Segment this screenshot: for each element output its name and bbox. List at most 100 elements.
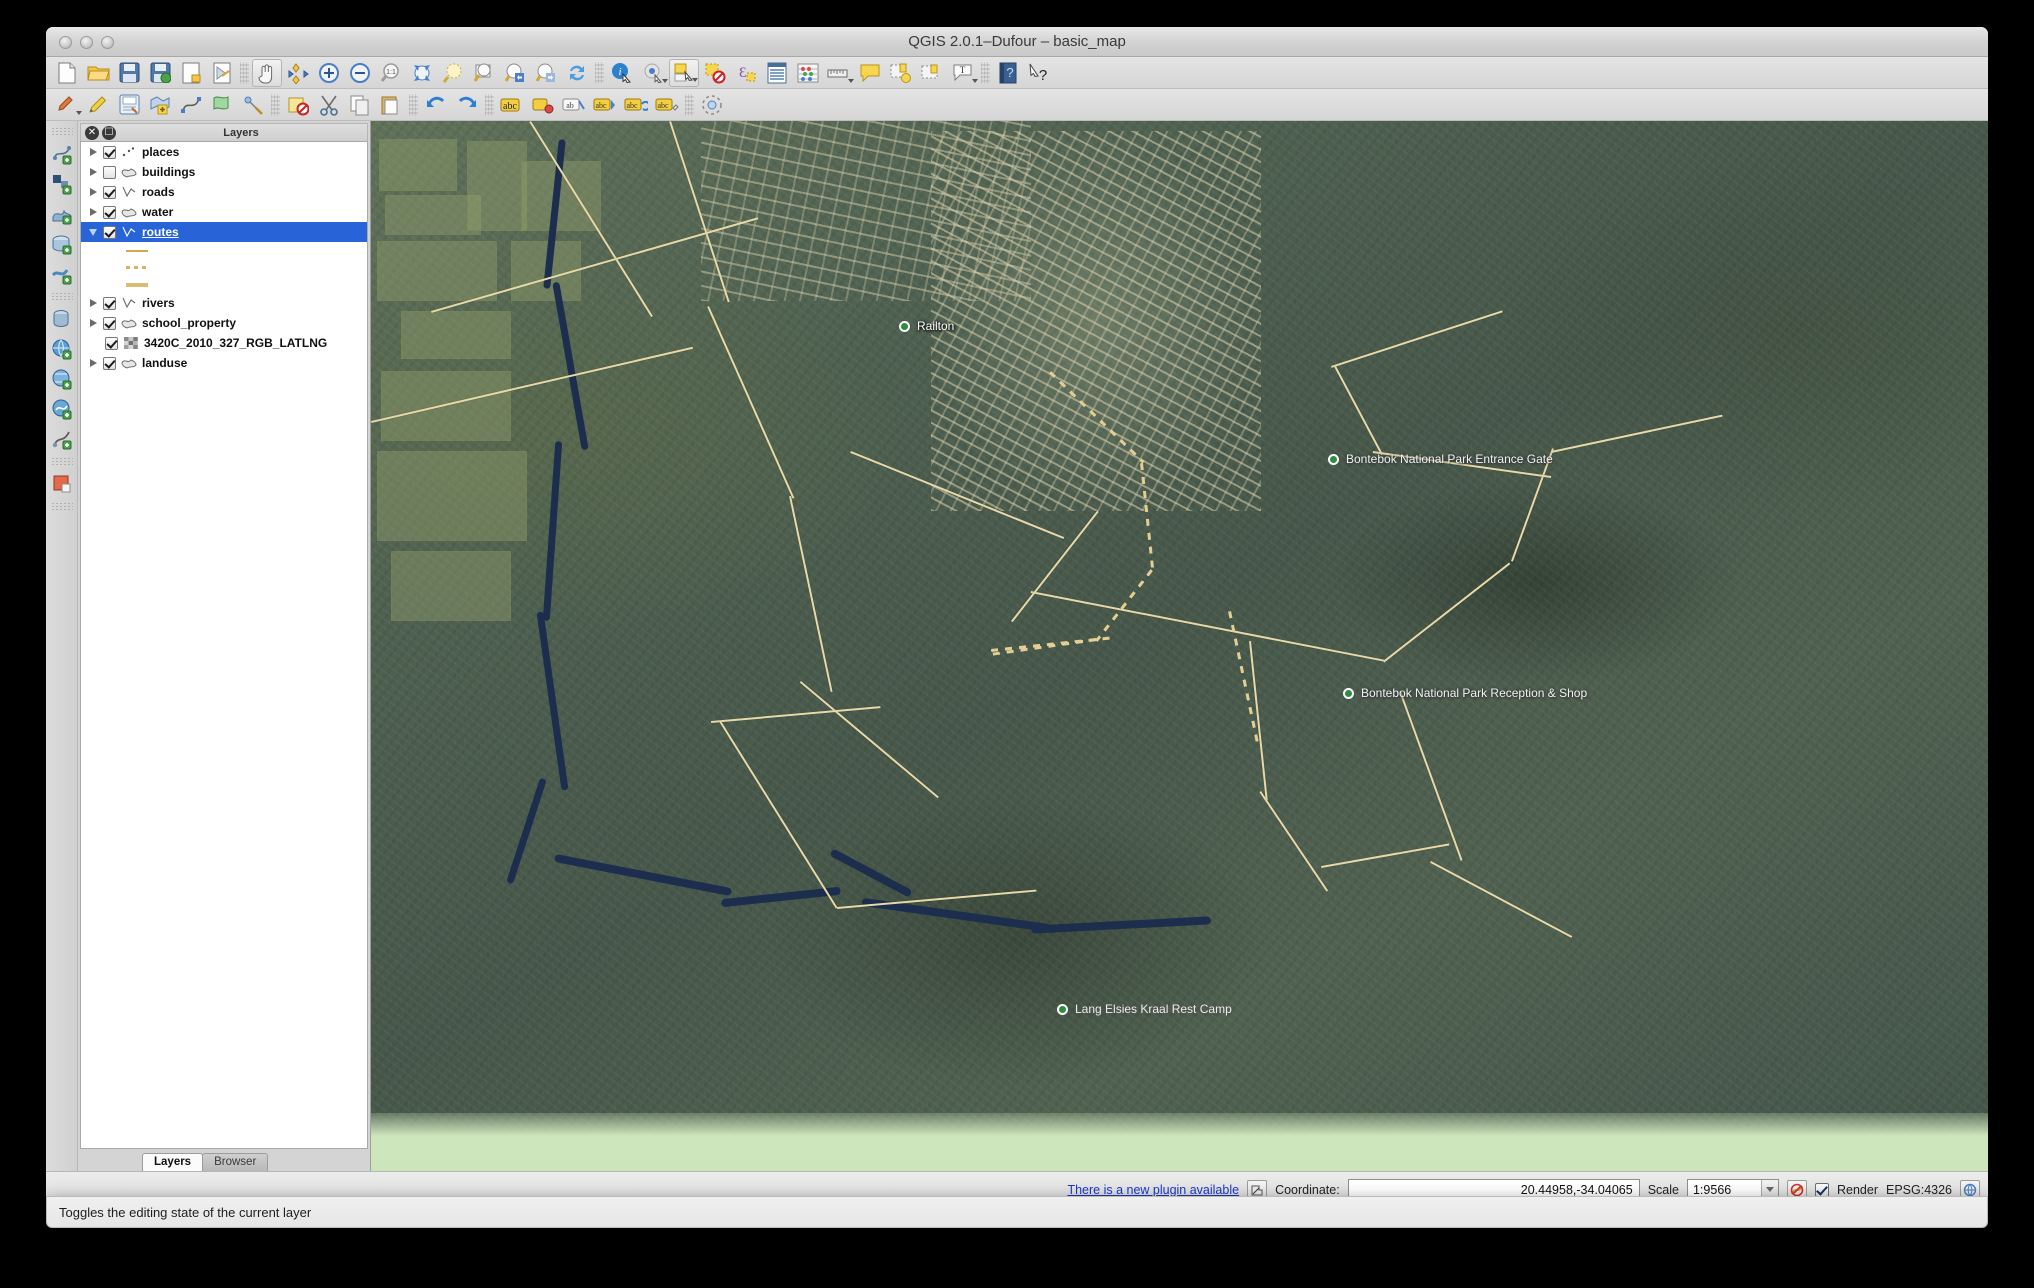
toggle-editing-icon[interactable] xyxy=(83,91,113,119)
layer-visibility-checkbox[interactable] xyxy=(105,337,118,350)
identify-features-icon[interactable]: i xyxy=(607,59,637,87)
measure-line-icon[interactable] xyxy=(824,59,854,87)
layer-row-raster[interactable]: 3420C_2010_327_RGB_LATLNG xyxy=(81,333,367,353)
new-print-composer-icon[interactable] xyxy=(176,59,206,87)
add-wfs-layer-icon[interactable] xyxy=(48,395,76,423)
save-project-as-icon[interactable] xyxy=(145,59,175,87)
layer-tree[interactable]: places buildings xyxy=(80,141,368,1149)
layer-row-roads[interactable]: roads xyxy=(81,182,367,202)
paste-features-icon[interactable] xyxy=(376,91,406,119)
add-polygon-feature-icon[interactable] xyxy=(207,91,237,119)
layer-row-places[interactable]: places xyxy=(81,142,367,162)
new-vector-layer-icon[interactable] xyxy=(48,140,76,168)
expander-icon[interactable] xyxy=(87,357,99,369)
layer-visibility-checkbox[interactable] xyxy=(103,357,116,370)
layer-row-water[interactable]: water xyxy=(81,202,367,222)
node-tool-icon[interactable] xyxy=(176,91,206,119)
expander-icon[interactable] xyxy=(87,226,99,238)
change-label-icon[interactable]: abc xyxy=(652,91,682,119)
help-contents-icon[interactable]: ? xyxy=(993,59,1023,87)
layer-visibility-checkbox[interactable] xyxy=(103,166,116,179)
pan-map-icon[interactable] xyxy=(252,59,282,87)
chevron-down-icon[interactable] xyxy=(972,79,978,83)
layer-row-landuse[interactable]: landuse xyxy=(81,353,367,373)
statistics-icon[interactable] xyxy=(793,59,823,87)
layer-visibility-checkbox[interactable] xyxy=(103,226,116,239)
chevron-down-icon[interactable] xyxy=(76,111,82,115)
zoom-full-icon[interactable] xyxy=(407,59,437,87)
expander-icon[interactable] xyxy=(87,146,99,158)
rotate-label-icon[interactable]: abc xyxy=(621,91,651,119)
plugin-available-link[interactable]: There is a new plugin available xyxy=(1067,1183,1239,1197)
save-project-icon[interactable] xyxy=(114,59,144,87)
style-manager-icon[interactable] xyxy=(697,91,727,119)
pan-to-selection-icon[interactable] xyxy=(283,59,313,87)
zoom-to-layer-icon[interactable] xyxy=(469,59,499,87)
move-label-icon[interactable]: abc xyxy=(590,91,620,119)
text-annotation-icon[interactable]: T xyxy=(948,59,978,87)
field-calculator-icon[interactable]: Ɛ xyxy=(731,59,761,87)
layer-row-rivers[interactable]: rivers xyxy=(81,293,367,313)
vertex-tool-icon[interactable] xyxy=(238,91,268,119)
expander-icon[interactable] xyxy=(87,166,99,178)
current-edits-icon[interactable] xyxy=(52,91,82,119)
zoom-native-icon[interactable]: 1:1 xyxy=(376,59,406,87)
layer-row-buildings[interactable]: buildings xyxy=(81,162,367,182)
layer-visibility-checkbox[interactable] xyxy=(103,317,116,330)
layer-visibility-checkbox[interactable] xyxy=(103,186,116,199)
attribute-table-icon[interactable] xyxy=(762,59,792,87)
add-wms-layer-icon[interactable] xyxy=(48,335,76,363)
add-postgis-layer-icon[interactable] xyxy=(48,230,76,258)
whats-this-icon[interactable]: ? xyxy=(1024,59,1054,87)
map-tips-icon[interactable] xyxy=(855,59,885,87)
close-icon[interactable]: ✕ xyxy=(85,126,99,140)
add-vector-layer-icon[interactable] xyxy=(48,170,76,198)
zoom-in-icon[interactable] xyxy=(314,59,344,87)
layer-row-school-property[interactable]: school_property xyxy=(81,313,367,333)
render-checkbox[interactable] xyxy=(1815,1183,1829,1197)
delete-selected-icon[interactable] xyxy=(283,91,313,119)
chevron-down-icon[interactable] xyxy=(662,79,668,83)
layer-visibility-checkbox[interactable] xyxy=(103,146,116,159)
expander-icon[interactable] xyxy=(87,297,99,309)
undo-icon[interactable] xyxy=(421,91,451,119)
copy-features-icon[interactable] xyxy=(345,91,375,119)
refresh-icon[interactable] xyxy=(562,59,592,87)
zoom-last-icon[interactable] xyxy=(500,59,530,87)
add-wcs-layer-icon[interactable] xyxy=(48,365,76,393)
select-features-icon[interactable] xyxy=(669,59,699,87)
redo-icon[interactable] xyxy=(452,91,482,119)
add-feature-icon[interactable] xyxy=(145,91,175,119)
show-hide-labels-icon[interactable]: ab xyxy=(559,91,589,119)
run-feature-action-icon[interactable] xyxy=(638,59,668,87)
zoom-next-icon[interactable] xyxy=(531,59,561,87)
expander-icon[interactable] xyxy=(87,317,99,329)
label-icon[interactable]: abc xyxy=(497,91,527,119)
save-layer-edits-icon[interactable] xyxy=(114,91,144,119)
composer-manager-icon[interactable] xyxy=(207,59,237,87)
zoom-to-selection-icon[interactable] xyxy=(438,59,468,87)
new-bookmark-icon[interactable] xyxy=(886,59,916,87)
open-project-icon[interactable] xyxy=(83,59,113,87)
tab-browser[interactable]: Browser xyxy=(202,1153,268,1171)
chevron-down-icon[interactable] xyxy=(692,78,698,82)
undock-icon[interactable]: ☐ xyxy=(102,126,116,140)
map-canvas[interactable]: Railton Bontebok National Park Entrance … xyxy=(370,121,1988,1171)
show-bookmarks-icon[interactable] xyxy=(917,59,947,87)
new-project-icon[interactable] xyxy=(52,59,82,87)
crs-label[interactable]: EPSG:4326 xyxy=(1886,1183,1952,1197)
layer-row-routes[interactable]: routes xyxy=(81,222,367,242)
new-shapefile-layer-icon[interactable] xyxy=(48,470,76,498)
layer-visibility-checkbox[interactable] xyxy=(103,297,116,310)
add-delimited-text-layer-icon[interactable] xyxy=(48,425,76,453)
pin-labels-icon[interactable] xyxy=(528,91,558,119)
add-raster-layer-icon[interactable] xyxy=(48,200,76,228)
tab-layers[interactable]: Layers xyxy=(142,1153,203,1171)
zoom-out-icon[interactable] xyxy=(345,59,375,87)
layer-visibility-checkbox[interactable] xyxy=(103,206,116,219)
expander-icon[interactable] xyxy=(87,186,99,198)
add-mssql-layer-icon[interactable] xyxy=(48,305,76,333)
chevron-down-icon[interactable] xyxy=(848,79,854,83)
cut-features-icon[interactable] xyxy=(314,91,344,119)
deselect-features-icon[interactable] xyxy=(700,59,730,87)
